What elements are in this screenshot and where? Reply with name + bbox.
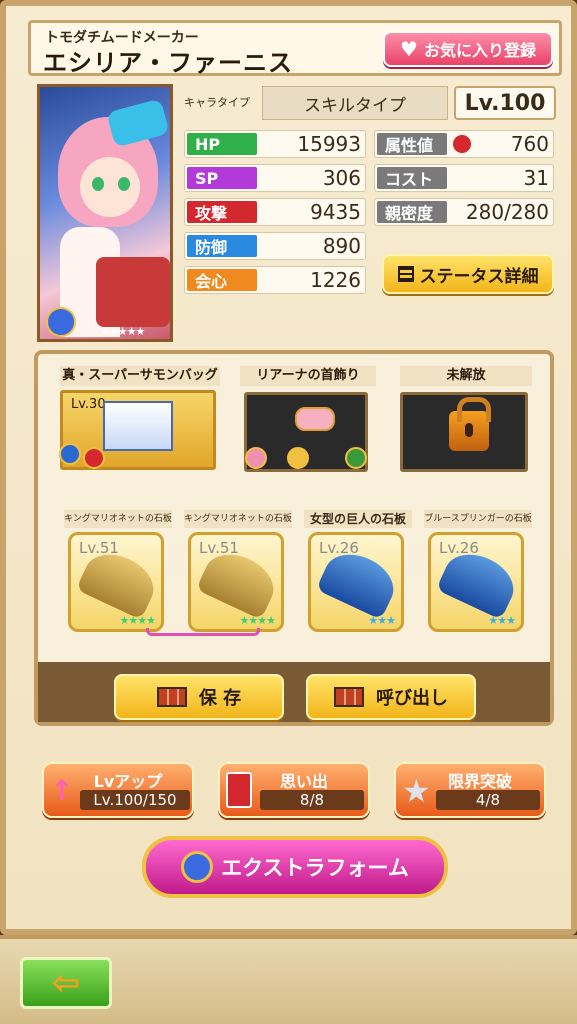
stone-slot-1[interactable]: Lv.51 ★★★★ [68,532,164,632]
brick-icon [156,687,187,707]
stat-label: 会心 [187,269,257,291]
status-detail-button[interactable]: ステータス詳細 [382,254,554,294]
recall-label: 呼び出し [376,688,448,709]
stone-slot-4[interactable]: Lv.26 ★★★ [428,532,524,632]
back-arrow-icon: ⇦ [51,963,81,1003]
back-button[interactable]: ⇦ [20,957,112,1009]
stat-affinity: 親密度 280/280 [374,198,554,226]
limit-break-button[interactable]: ★ 限界突破 4/8 [394,762,546,818]
type-label: キャラタイプ [184,96,250,109]
stat-value: 890 [322,234,361,258]
stone-slot-3[interactable]: Lv.26 ★★★ [308,532,404,632]
limit-break-label: 限界突破 [447,772,512,791]
stone-stars: ★★★ [488,614,516,627]
stat-value: 31 [523,166,549,190]
stat-label: コスト [377,167,447,189]
samurai-icon [345,447,367,469]
stat-sp: SP 306 [184,164,366,192]
locked-slot[interactable] [400,392,528,472]
extra-form-button[interactable]: エクストラフォーム [142,836,448,898]
limit-break-value: 4/8 [436,790,540,810]
level-display: Lv.100 [454,86,556,120]
stat-attack: 攻撃 9435 [184,198,366,226]
stone-link-indicator [146,628,260,636]
fire-icon [453,135,471,153]
skill-icon [59,443,81,465]
stat-label: 属性値 [377,133,447,155]
rarity-stars: ★★★★★ [100,325,145,338]
stat-attribute: 属性値 760 [374,130,554,158]
stat-value: 280/280 [465,200,549,224]
stone-title: キングマリオネットの石板 [64,510,172,528]
slot-title: 未解放 [400,366,532,386]
stone-stars: ★★★ [368,614,396,627]
stone-title: ブルースプリンガーの石板 [424,510,532,528]
stone-title: 女型の巨人の石板 [304,510,412,528]
favorite-button[interactable]: ♥ お気に入り登録 [383,31,553,67]
stat-critical: 会心 1226 [184,266,366,294]
stat-value: 760 [510,132,549,156]
save-label: 保 存 [198,688,242,709]
stat-cost: コスト 31 [374,164,554,192]
item-level: Lv.30 [71,397,106,412]
heart-icon [245,447,267,469]
stat-label: 親密度 [377,201,447,223]
stat-value: 9435 [310,200,361,224]
stat-label: 防御 [187,235,257,257]
extra-form-icon [181,851,214,883]
necklace-icon [295,407,335,431]
stone-slot-2[interactable]: Lv.51 ★★★★ [188,532,284,632]
equipment-panel: 真・スーパーサモンバッグ リアーナの首飾り 未解放 Lv.30 キングマリオネッ… [34,350,554,726]
portrait-ribbon [106,98,170,148]
footer-bar: ⇦ [0,935,577,1024]
stat-hp: HP 15993 [184,130,366,158]
save-button[interactable]: 保 存 [114,674,284,720]
character-detail-panel: トモダチムードメーカー エシリア・ファーニス ♥ お気に入り登録 ★★★★★ キ… [0,0,577,935]
list-icon [397,266,414,282]
levelup-value: Lv.100/150 [80,790,190,810]
element-badge-icon [46,307,76,337]
accessory-slot[interactable] [244,392,368,472]
recall-button[interactable]: 呼び出し [306,674,476,720]
memories-label: 思い出 [279,772,328,791]
stat-label: HP [187,133,257,155]
lock-icon [449,397,491,451]
portrait-eye [118,177,130,191]
portrait-eye [92,177,104,191]
memories-button[interactable]: 思い出 8/8 [218,762,370,818]
stat-value: 1226 [310,268,361,292]
stone-stars: ★★★★ [239,614,276,627]
character-name: エシリア・ファーニス [43,49,293,77]
stone-title: キングマリオネットの石板 [184,510,292,528]
character-portrait[interactable]: ★★★★★ [37,84,173,342]
extra-form-label: エクストラフォーム [221,856,409,880]
portrait-backpack [96,257,170,327]
portrait-face [80,157,140,217]
memories-value: 8/8 [260,790,364,810]
stat-value: 15993 [297,132,361,156]
type-value: スキルタイプ [262,86,448,120]
stone-stars: ★★★★ [119,614,156,627]
favorite-label: お気に入り登録 [423,41,536,60]
weapon-slot[interactable]: Lv.30 [59,390,216,470]
levelup-button[interactable]: ↑ Lvアップ Lv.100/150 [42,762,194,818]
brick-arrow-icon [334,687,364,707]
stat-value: 306 [322,166,361,190]
stat-label: SP [187,167,257,189]
status-detail-label: ステータス詳細 [419,266,539,287]
levelup-label: Lvアップ [93,772,163,791]
fire-icon [83,447,105,469]
slot-title: 真・スーパーサモンバッグ [60,366,220,386]
star-icon [287,447,309,469]
heart-icon: ♥ [400,37,418,61]
keyhole [465,423,473,437]
stat-label: 攻撃 [187,201,257,223]
slot-title: リアーナの首飾り [240,366,376,386]
summon-bag-icon [103,401,173,451]
stat-defense: 防御 890 [184,232,366,260]
character-header: トモダチムードメーカー エシリア・ファーニス ♥ お気に入り登録 [28,20,562,77]
